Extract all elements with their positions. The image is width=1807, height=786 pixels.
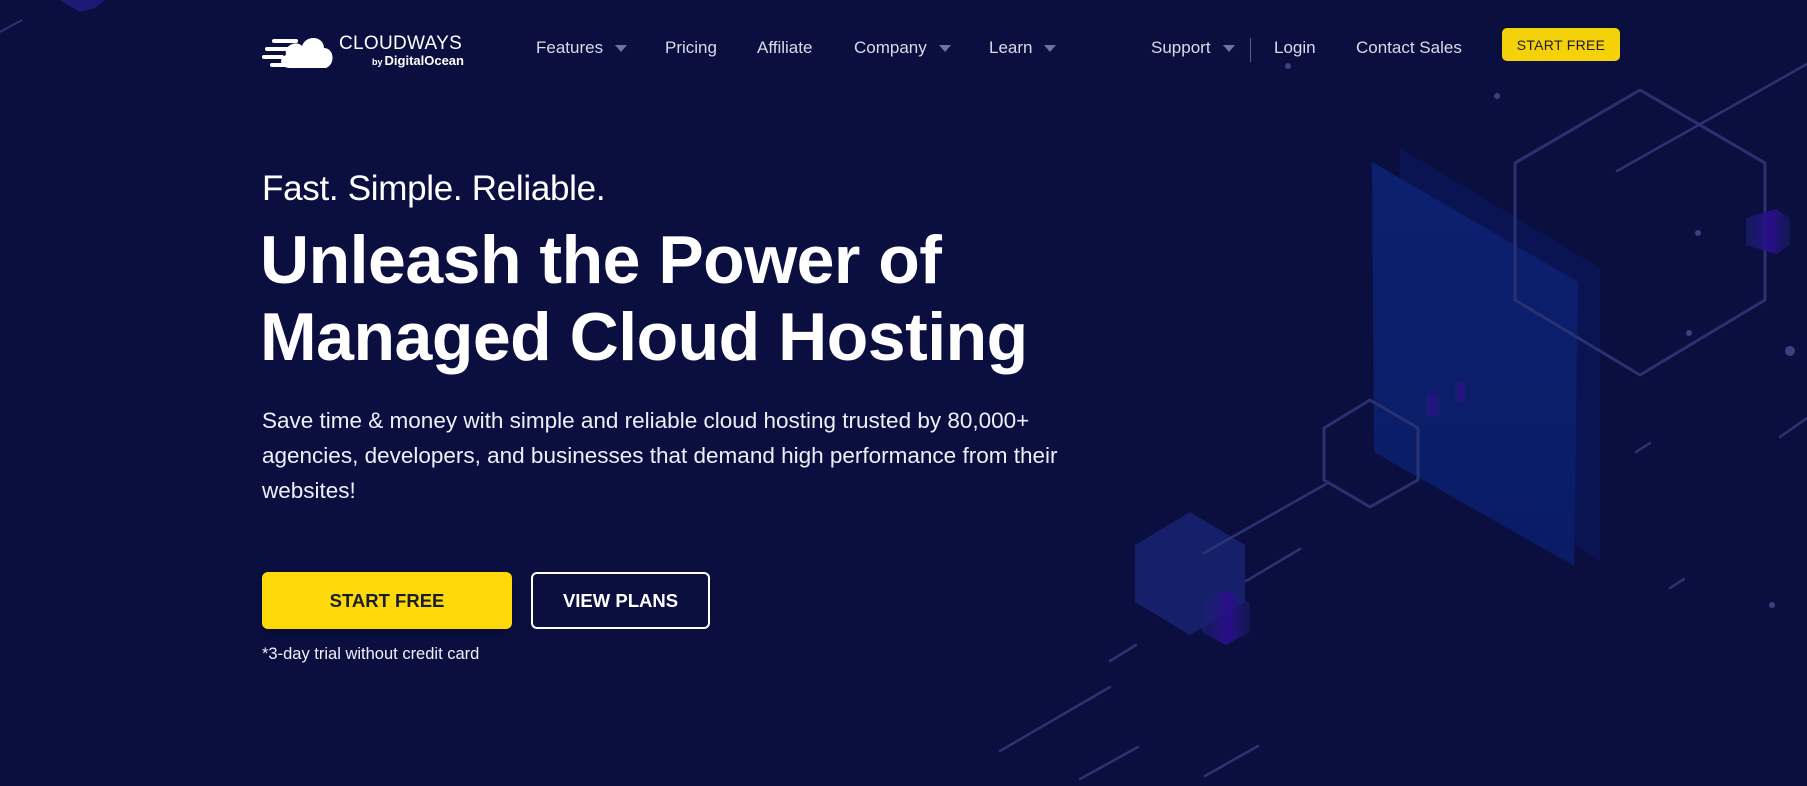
description-line-3: websites! [262, 478, 356, 503]
headline-line-1: Unleash the Power of [260, 222, 942, 298]
decor-line [1202, 482, 1328, 555]
background-illustration [0, 0, 1807, 781]
decor-line [998, 685, 1112, 753]
nav-divider [1250, 38, 1251, 62]
hero-description: Save time & money with simple and reliab… [262, 403, 1162, 508]
decor-line [1078, 745, 1140, 781]
small-hexagon-outline [1322, 398, 1420, 509]
brand-parent: by DigitalOcean [372, 53, 464, 68]
hero-headline: Unleash the Power of Managed Cloud Hosti… [260, 222, 1160, 376]
decor-line [1203, 744, 1260, 778]
purple-chip [1455, 382, 1467, 402]
nav-item-pricing[interactable]: Pricing [665, 38, 717, 58]
decor-line [1108, 643, 1138, 663]
chevron-down-icon [938, 45, 951, 52]
description-line-2: agencies, developers, and businesses tha… [262, 443, 1058, 468]
start-free-button[interactable]: START FREE [262, 572, 512, 629]
headline-line-2: Managed Cloud Hosting [260, 299, 1028, 375]
nav-label: Affiliate [757, 38, 813, 57]
brand-by: by [372, 57, 383, 67]
brand-name: CLOUDWAYS [339, 33, 463, 54]
view-plans-button[interactable]: VIEW PLANS [531, 572, 710, 629]
chevron-down-icon [1044, 45, 1057, 52]
description-line-1: Save time & money with simple and reliab… [262, 408, 1030, 433]
decor-line [1244, 547, 1302, 583]
decor-dot [1769, 602, 1775, 608]
decor-dot [1695, 230, 1701, 236]
chevron-down-icon [615, 45, 628, 52]
cloud-logo-icon [262, 37, 333, 68]
site-header: CLOUDWAYS by DigitalOcean Features Pricin… [0, 0, 1807, 100]
brand-parent-name: DigitalOcean [384, 53, 464, 68]
cloudways-logo[interactable]: CLOUDWAYS by DigitalOcean [262, 30, 467, 72]
decor-line [1778, 416, 1807, 439]
nav-item-features[interactable]: Features [536, 38, 628, 58]
header-start-free-button[interactable]: START FREE [1502, 28, 1620, 61]
chevron-down-icon [1222, 45, 1235, 52]
iso-panel [1372, 162, 1578, 566]
login-link[interactable]: Login [1274, 38, 1316, 58]
nav-item-learn[interactable]: Learn [989, 38, 1057, 58]
iso-panel-back [1400, 148, 1600, 560]
large-hexagon-outline [1513, 88, 1767, 377]
purple-hexagon [1202, 590, 1250, 645]
nav-item-company[interactable]: Company [854, 38, 951, 58]
nav-label: Support [1151, 38, 1211, 57]
nav-label: Learn [989, 38, 1033, 57]
trial-disclaimer: *3-day trial without credit card [262, 645, 480, 663]
decor-line [1634, 441, 1652, 454]
decor-line [1668, 577, 1686, 590]
decor-dot [1686, 330, 1692, 336]
nav-label: Features [536, 38, 604, 57]
purple-hexagon-right [1746, 209, 1790, 254]
hero-tagline: Fast. Simple. Reliable. [262, 169, 606, 208]
nav-item-support[interactable]: Support [1151, 38, 1235, 58]
solid-hexagon [1135, 512, 1245, 635]
decor-dot [1785, 346, 1795, 356]
nav-item-affiliate[interactable]: Affiliate [757, 38, 812, 58]
nav-label: Pricing [665, 38, 717, 57]
nav-label: Company [854, 38, 927, 57]
contact-sales-link[interactable]: Contact Sales [1356, 38, 1462, 58]
purple-chip [1426, 393, 1440, 417]
